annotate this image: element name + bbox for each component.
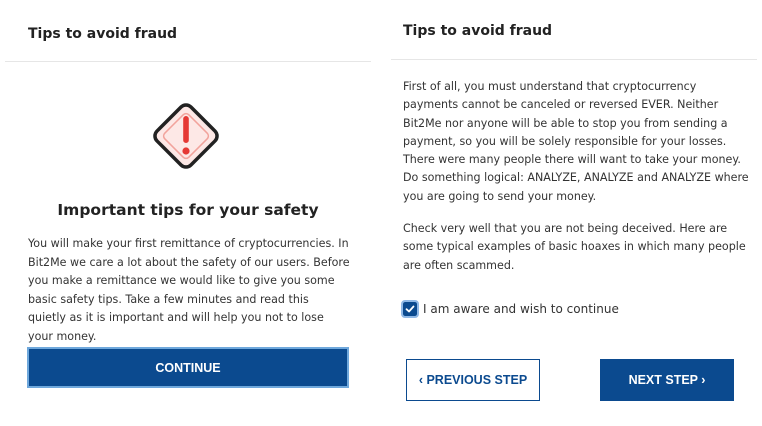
continue-button[interactable]: CONTINUE bbox=[27, 347, 349, 388]
previous-step-button[interactable]: ‹ PREVIOUS STEP bbox=[406, 359, 540, 401]
left-panel: Tips to avoid fraud Important tips for y… bbox=[0, 0, 376, 426]
examples-paragraph: Check very well that you are not being d… bbox=[403, 222, 746, 272]
right-panel: Tips to avoid fraud First of all, you mu… bbox=[386, 0, 762, 426]
awareness-checkbox[interactable] bbox=[401, 300, 419, 318]
panel-title: Tips to avoid fraud bbox=[28, 26, 178, 42]
warning-diamond-icon bbox=[153, 103, 219, 169]
safety-heading: Important tips for your safety bbox=[57, 201, 319, 219]
panel-title: Tips to avoid fraud bbox=[403, 23, 553, 39]
warning-paragraph: First of all, you must understand that c… bbox=[403, 80, 749, 203]
checkbox-label[interactable]: I am aware and wish to continue bbox=[423, 302, 619, 316]
checkmark-icon bbox=[405, 305, 415, 313]
awareness-checkbox-row[interactable]: I am aware and wish to continue bbox=[401, 300, 619, 318]
divider bbox=[391, 59, 757, 60]
divider bbox=[5, 61, 371, 62]
intro-text: You will make your first remittance of c… bbox=[28, 237, 350, 343]
next-step-button[interactable]: NEXT STEP › bbox=[600, 359, 734, 401]
